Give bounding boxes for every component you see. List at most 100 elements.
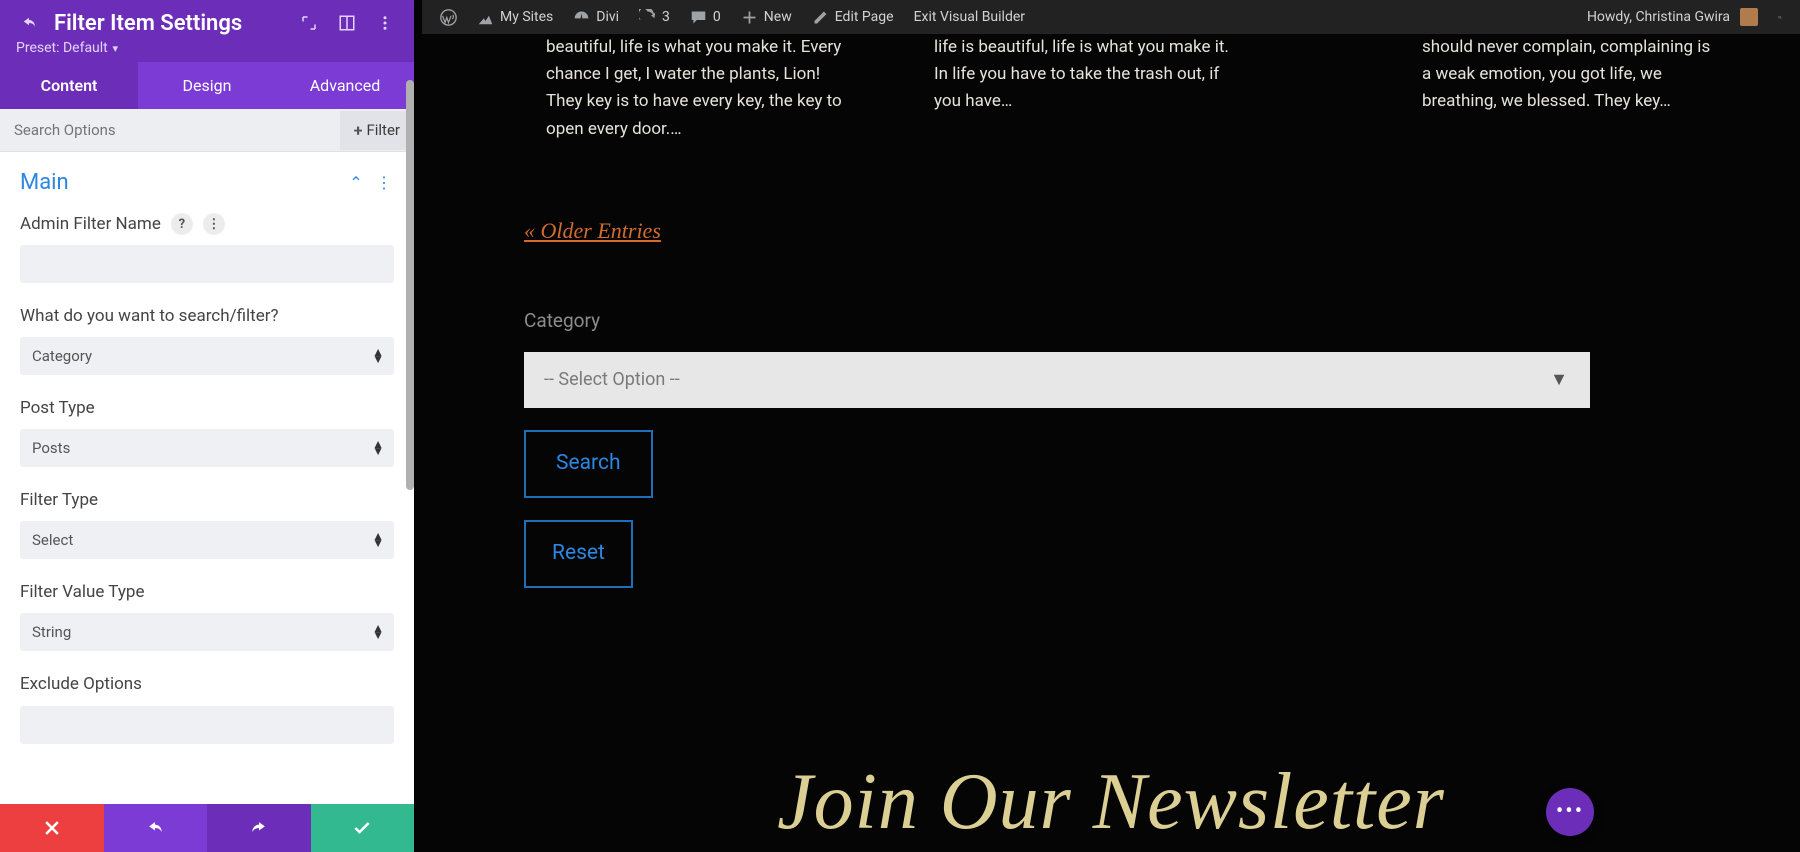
chevron-up-icon[interactable]: ⌃: [346, 173, 366, 192]
field-label: Exclude Options: [20, 673, 142, 695]
columns-icon: [338, 14, 356, 32]
settings-panel: Filter Item Settings Preset: Default ▾ C…: [0, 0, 414, 852]
admin-search-button[interactable]: [1768, 0, 1792, 34]
select-value: Category: [32, 347, 92, 365]
preset-selector[interactable]: Preset: Default ▾: [16, 40, 398, 56]
field-label: Admin Filter Name: [20, 213, 161, 235]
howdy-user[interactable]: Howdy, Christina Gwira: [1577, 0, 1768, 34]
plus-icon: +: [354, 121, 363, 140]
avatar: [1740, 8, 1758, 26]
pencil-icon: [812, 9, 829, 26]
category-select[interactable]: -- Select Option -- ▼: [524, 352, 1590, 408]
post-type-select[interactable]: Posts ▲▼: [20, 429, 394, 467]
older-entries-link[interactable]: « Older Entries: [524, 213, 661, 248]
expand-button[interactable]: [296, 10, 322, 36]
sort-arrows-icon: ▲▼: [372, 349, 384, 363]
select-value: Posts: [32, 439, 70, 457]
filter-value-type-select[interactable]: String ▲▼: [20, 613, 394, 651]
add-filter-label: Filter: [366, 121, 400, 139]
expand-icon: [300, 14, 318, 32]
tab-advanced[interactable]: Advanced: [276, 62, 414, 109]
help-icon[interactable]: ?: [171, 213, 193, 235]
panel-header: Filter Item Settings Preset: Default ▾: [0, 0, 414, 62]
excerpt-col-3: should never complain, complaining is a …: [1422, 34, 1722, 143]
new-link[interactable]: New: [731, 0, 802, 34]
comments-link[interactable]: 0: [680, 0, 731, 34]
select-value: String: [32, 623, 71, 641]
sort-arrows-icon: ▲▼: [372, 441, 384, 455]
category-label: Category: [524, 306, 1800, 336]
options-search-row: + Filter: [0, 109, 414, 152]
exit-builder-link[interactable]: Exit Visual Builder: [904, 0, 1035, 34]
comments-count: 0: [713, 9, 721, 25]
save-button[interactable]: [311, 804, 415, 852]
tab-content[interactable]: Content: [0, 62, 138, 109]
dots-vertical-icon[interactable]: ⋮: [374, 173, 394, 192]
page-preview: beautiful, life is what you make it. Eve…: [422, 34, 1800, 852]
section-main-header[interactable]: Main ⌃ ⋮: [20, 170, 394, 195]
options-search-input[interactable]: [0, 109, 340, 151]
divi-link[interactable]: Divi: [563, 0, 629, 34]
field-admin-filter-name: Admin Filter Name ? ⋮: [20, 213, 394, 283]
exit-builder-label: Exit Visual Builder: [914, 9, 1025, 25]
refresh-icon: [639, 9, 656, 26]
redo-icon: [249, 818, 269, 838]
check-icon: [352, 818, 372, 838]
back-button[interactable]: [16, 10, 42, 36]
divi-fab-button[interactable]: •••: [1546, 788, 1594, 836]
field-menu-icon[interactable]: ⋮: [203, 213, 225, 235]
select-value: Select: [32, 531, 73, 549]
panel-tabs: Content Design Advanced: [0, 62, 414, 109]
comment-icon: [690, 9, 707, 26]
what-filter-select[interactable]: Category ▲▼: [20, 337, 394, 375]
field-label: Post Type: [20, 397, 95, 419]
field-label: Filter Value Type: [20, 581, 144, 603]
search-icon: [1778, 9, 1782, 26]
exclude-options-input[interactable]: [20, 706, 394, 744]
field-what-filter: What do you want to search/filter? Categ…: [20, 305, 394, 375]
undo-icon: [145, 818, 165, 838]
panel-menu-button[interactable]: [372, 10, 398, 36]
howdy-label: Howdy, Christina Gwira: [1587, 9, 1730, 25]
divi-label: Divi: [596, 9, 619, 25]
updates-link[interactable]: 3: [629, 0, 680, 34]
sort-arrows-icon: ▲▼: [372, 533, 384, 547]
reset-button[interactable]: Reset: [524, 520, 633, 588]
layout-button[interactable]: [334, 10, 360, 36]
preset-label: Preset: Default: [16, 40, 108, 56]
new-label: New: [764, 9, 792, 25]
undo-button[interactable]: [104, 804, 208, 852]
discard-button[interactable]: [0, 804, 104, 852]
panel-title: Filter Item Settings: [54, 11, 284, 36]
panel-scrollbar[interactable]: [406, 80, 414, 802]
wp-logo[interactable]: [430, 0, 467, 34]
scrollbar-thumb[interactable]: [406, 80, 414, 490]
tab-design[interactable]: Design: [138, 62, 276, 109]
wordpress-icon: [440, 9, 457, 26]
section-main-label: Main: [20, 170, 338, 195]
triangle-down-icon: ▼: [1550, 366, 1568, 395]
select-placeholder: -- Select Option --: [544, 366, 680, 395]
undo-arrow-icon: [20, 14, 38, 32]
field-filter-value-type: Filter Value Type String ▲▼: [20, 581, 394, 651]
field-post-type: Post Type Posts ▲▼: [20, 397, 394, 467]
search-button[interactable]: Search: [524, 430, 653, 498]
close-icon: [42, 818, 62, 838]
admin-filter-name-input[interactable]: [20, 245, 394, 283]
sites-icon: [477, 9, 494, 26]
field-label: Filter Type: [20, 489, 98, 511]
updates-count: 3: [662, 9, 670, 25]
edit-page-link[interactable]: Edit Page: [802, 0, 904, 34]
edit-page-label: Edit Page: [835, 9, 894, 25]
excerpt-col-1: beautiful, life is what you make it. Eve…: [546, 34, 846, 143]
excerpt-col-2: life is beautiful, life is what you make…: [934, 34, 1234, 143]
panel-body: Main ⌃ ⋮ Admin Filter Name ? ⋮ What do y…: [0, 152, 414, 804]
redo-button[interactable]: [207, 804, 311, 852]
field-label: What do you want to search/filter?: [20, 305, 279, 327]
my-sites-link[interactable]: My Sites: [467, 0, 563, 34]
panel-footer: [0, 804, 414, 852]
add-filter-button[interactable]: + Filter: [340, 111, 414, 150]
filter-type-select[interactable]: Select ▲▼: [20, 521, 394, 559]
newsletter-heading: Join Our Newsletter: [422, 738, 1800, 852]
field-filter-type: Filter Type Select ▲▼: [20, 489, 394, 559]
